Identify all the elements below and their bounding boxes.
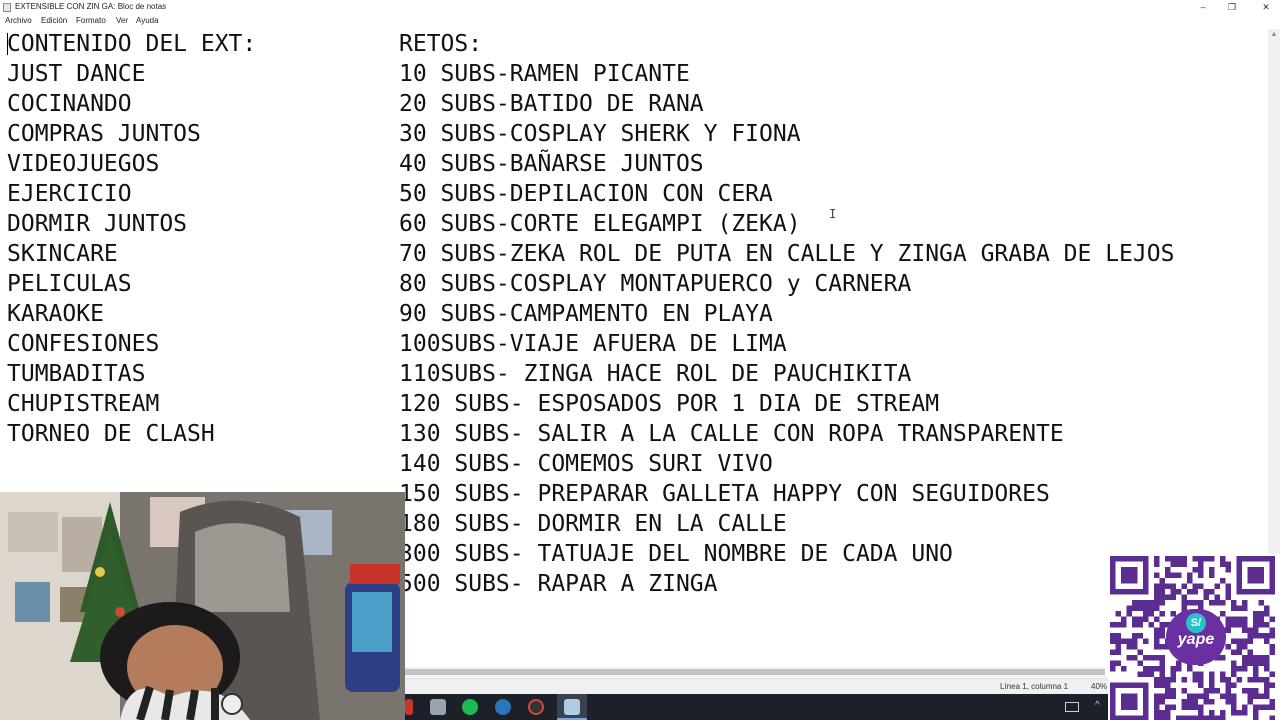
reto-item: 80 SUBS-COSPLAY MONTAPUERCO y CARNERA — [399, 271, 912, 297]
menu-archivo[interactable]: Archivo — [5, 16, 32, 25]
keyboard-icon[interactable] — [1065, 702, 1079, 712]
status-bar: Línea 1, columna 1 40% — [405, 678, 1110, 695]
scroll-up-icon[interactable]: ▲ — [1268, 29, 1280, 41]
content-item: VIDEOJUEGOS — [7, 151, 160, 177]
content-item: PELICULAS — [7, 271, 132, 297]
content-item: SKINCARE — [7, 241, 118, 267]
spotify-icon[interactable] — [462, 699, 478, 715]
content-item: DORMIR JUNTOS — [7, 211, 188, 237]
reto-item: 90 SUBS-CAMPAMENTO EN PLAYA — [399, 301, 773, 327]
notepad-icon — [3, 3, 11, 12]
menu-ver[interactable]: Ver — [116, 16, 128, 25]
reto-item: 20 SUBS-BATIDO DE RANA — [399, 91, 704, 117]
horizontal-scroll-thumb[interactable] — [405, 669, 1105, 675]
webcam-feed — [0, 492, 405, 720]
yape-logo-text: yape — [1177, 631, 1215, 648]
window-title: EXTENSIBLE CON ZIN GA: Bloc de notas — [15, 2, 167, 11]
reto-item: 180 SUBS- DORMIR EN LA CALLE — [399, 511, 787, 537]
sol-icon: S/ — [1186, 613, 1206, 633]
yape-badge: S/ yape — [1166, 609, 1226, 665]
content-item: EJERCICIO — [7, 181, 132, 207]
reto-item: 120 SUBS- ESPOSADOS POR 1 DIA DE STREAM — [399, 391, 940, 417]
reto-item: 10 SUBS-RAMEN PICANTE — [399, 61, 690, 87]
chevron-up-icon[interactable]: ^ — [1095, 700, 1100, 711]
content-item: COMPRAS JUNTOS — [7, 121, 201, 147]
menu-formato[interactable]: Formato — [76, 16, 106, 25]
content-item: CHUPISTREAM — [7, 391, 160, 417]
reto-item: 300 SUBS- TATUAJE DEL NOMBRE DE CADA UNO — [399, 541, 953, 567]
close-icon: ✕ — [1262, 2, 1270, 12]
webcam-overlay — [0, 492, 405, 720]
menu-ayuda[interactable]: Ayuda — [136, 16, 159, 25]
title-bar: EXTENSIBLE CON ZIN GA: Bloc de notas – ❐… — [0, 0, 1280, 14]
steam-icon[interactable] — [495, 699, 511, 715]
folder-icon[interactable] — [430, 699, 446, 715]
left-header: CONTENIDO DEL EXT: — [7, 31, 257, 57]
right-header: RETOS: — [399, 31, 483, 57]
reto-item: 140 SUBS- COMEMOS SURI VIVO — [399, 451, 773, 477]
reto-item: 150 SUBS- PREPARAR GALLETA HAPPY CON SEG… — [399, 481, 1050, 507]
reto-item: 30 SUBS-COSPLAY SHERK Y FIONA — [399, 121, 801, 147]
content-item: TORNEO DE CLASH — [7, 421, 215, 447]
reto-item: 100SUBS-VIAJE AFUERA DE LIMA — [399, 331, 787, 357]
reto-item: 110SUBS- ZINGA HACE ROL DE PAUCHIKITA — [399, 361, 912, 387]
close-button[interactable]: ✕ — [1254, 1, 1278, 13]
browser-icon[interactable] — [528, 699, 544, 715]
content-item: JUST DANCE — [7, 61, 146, 87]
restore-icon: ❐ — [1227, 2, 1237, 12]
menu-bar: Archivo Edición Formato Ver Ayuda — [0, 14, 1280, 28]
content-item: TUMBADITAS — [7, 361, 146, 387]
reto-item: 60 SUBS-CORTE ELEGAMPI (ZEKA) — [399, 211, 801, 237]
reto-item: 500 SUBS- RAPAR A ZINGA — [399, 571, 718, 597]
minimize-icon: – — [1200, 2, 1206, 12]
reto-item: 70 SUBS-ZEKA ROL DE PUTA EN CALLE Y ZING… — [399, 241, 1175, 267]
restore-button[interactable]: ❐ — [1220, 1, 1244, 13]
qr-code: S/ yape — [1108, 554, 1280, 720]
content-item: COCINANDO — [7, 91, 132, 117]
cursor-position: Línea 1, columna 1 — [1000, 682, 1069, 691]
content-item: CONFESIONES — [7, 331, 160, 357]
content-item: KARAOKE — [7, 301, 104, 327]
zoom-level: 40% — [1091, 682, 1108, 691]
menu-edicion[interactable]: Edición — [41, 16, 67, 25]
notepad-taskbar-icon[interactable] — [564, 699, 580, 715]
horizontal-scrollbar[interactable] — [405, 667, 1105, 677]
reto-item: 40 SUBS-BAÑARSE JUNTOS — [399, 151, 704, 177]
taskbar: ^ — [405, 694, 1110, 720]
app-icon-red[interactable] — [405, 699, 413, 715]
reto-item: 50 SUBS-DEPILACION CON CERA — [399, 181, 773, 207]
reto-item: 130 SUBS- SALIR A LA CALLE CON ROPA TRAN… — [399, 421, 1064, 447]
ibeam-cursor-icon: I — [829, 207, 837, 221]
minimize-button[interactable]: – — [1191, 1, 1215, 13]
text-caret — [7, 33, 8, 55]
